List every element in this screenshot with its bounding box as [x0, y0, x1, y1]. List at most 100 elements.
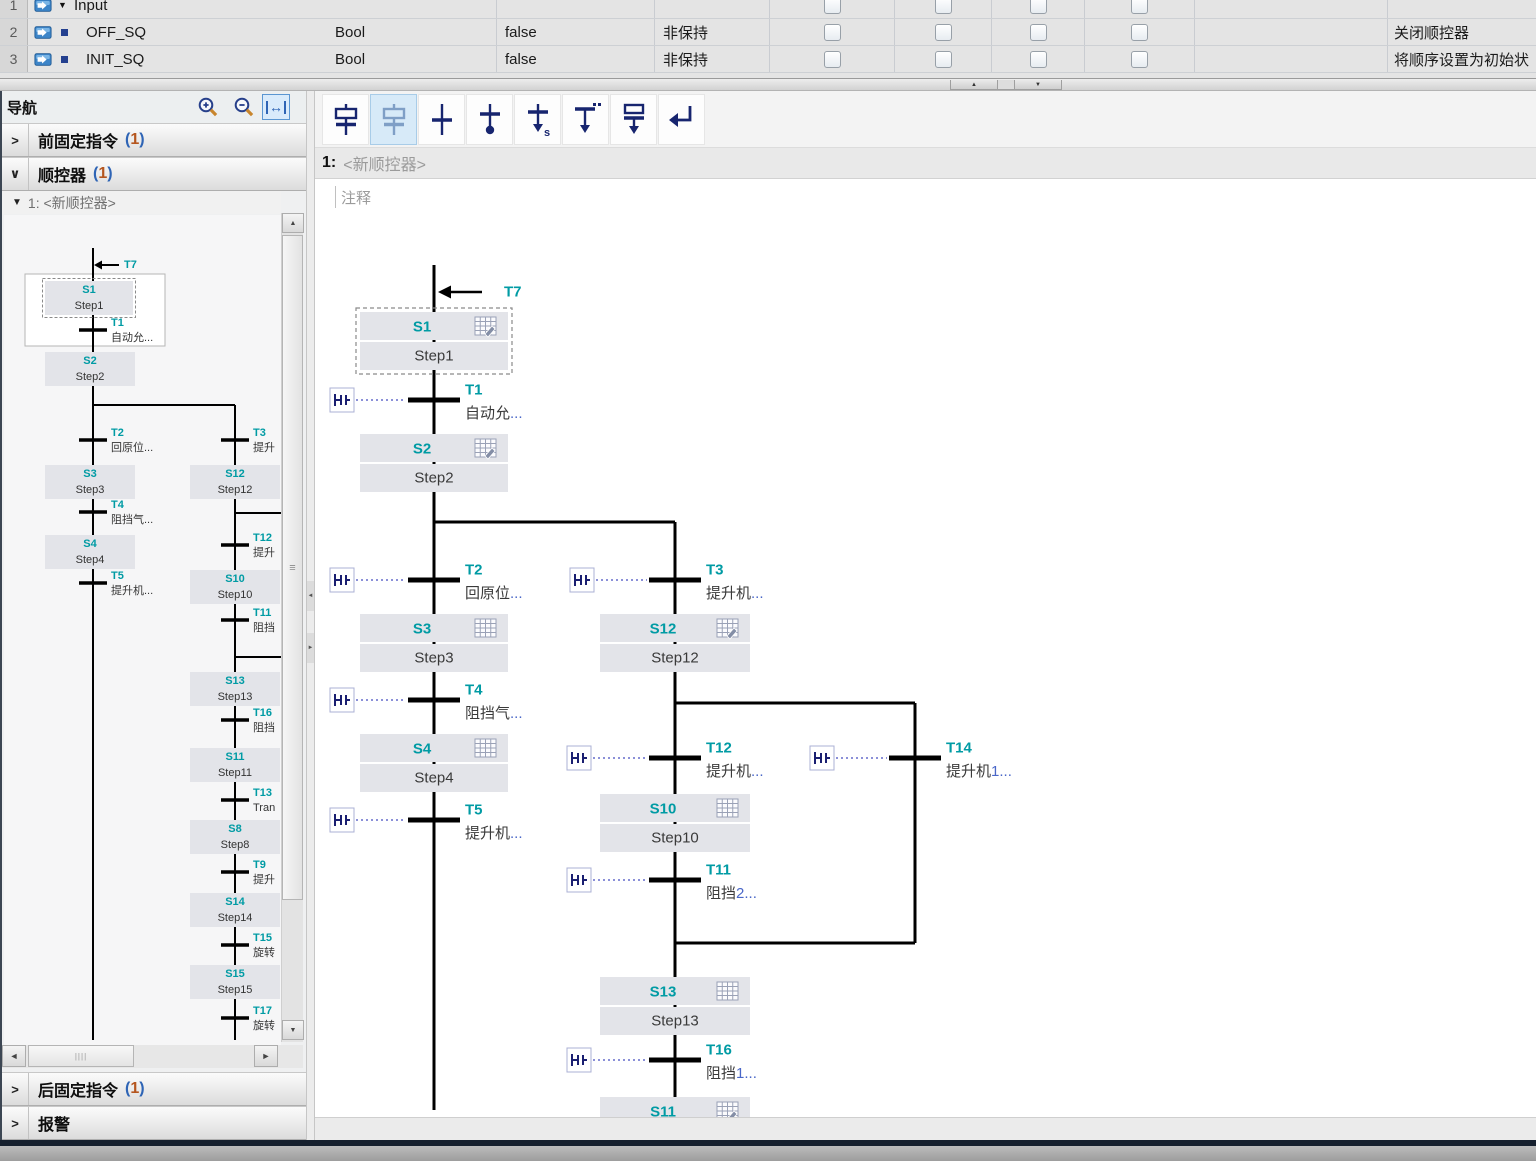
nav-vertical-scrollbar[interactable]: ▲ ≡ ▼	[281, 213, 303, 1042]
step-S1[interactable]: S1Step1	[43, 279, 136, 318]
insert-transition-and-step-button[interactable]	[370, 94, 417, 145]
splitter-collapse-up-button[interactable]: ▲	[950, 80, 998, 90]
transition-T4[interactable]: T4阻挡气...	[330, 682, 523, 722]
splitter-collapse-down-button[interactable]: ▼	[1014, 80, 1062, 90]
transition-T15[interactable]: T15旋转	[221, 932, 275, 959]
step-S4[interactable]: S4Step4	[45, 535, 135, 569]
var-retain[interactable]: 非保持	[655, 19, 770, 45]
step-S15[interactable]: S15Step15	[190, 965, 280, 999]
var-name[interactable]: INIT_SQ	[74, 46, 327, 72]
transition-T2[interactable]: T2回原位...	[330, 562, 523, 602]
expand-triangle[interactable]: ▼	[58, 0, 74, 18]
horizontal-splitter[interactable]: ▲ ▼	[0, 78, 1536, 91]
insert-jump-to-step-button[interactable]: s	[514, 94, 561, 145]
var-comment[interactable]	[1388, 0, 1536, 18]
checkbox[interactable]	[935, 51, 952, 68]
table-row[interactable]: 3 INIT_SQ Bool false 非保持 将顺序设置为初始状	[0, 46, 1536, 73]
var-default[interactable]: false	[497, 46, 655, 72]
var-name[interactable]: OFF_SQ	[74, 19, 327, 45]
scrollbar-thumb[interactable]: ≡	[282, 235, 303, 900]
insert-transition-button[interactable]	[418, 94, 465, 145]
step-S11[interactable]: S11Step11	[190, 748, 280, 782]
transition-T4[interactable]: T4阻挡气...	[79, 499, 153, 526]
step-S10[interactable]: S10Step10	[190, 570, 280, 604]
transition-T16[interactable]: T16阻挡	[221, 707, 275, 734]
insert-sequence-end-button[interactable]	[466, 94, 513, 145]
tree-expanded-icon[interactable]: ▼	[12, 197, 22, 208]
open-simultaneous-branch-button[interactable]	[610, 94, 657, 145]
entry-arrow-T7[interactable]: T7	[438, 284, 522, 301]
section-pre-instructions[interactable]: > 前固定指令 (1)	[2, 123, 306, 157]
zoom-in-icon[interactable]	[196, 95, 220, 119]
checkbox[interactable]	[824, 24, 841, 41]
checkbox[interactable]	[935, 0, 952, 14]
sequence-name[interactable]: <新顺控器>	[336, 151, 426, 175]
transition-T3[interactable]: T3提升机...	[570, 562, 764, 602]
checkbox[interactable]	[1030, 0, 1047, 14]
fit-width-button[interactable]: ↔	[262, 94, 290, 120]
editor-bottom-scroll-area[interactable]	[315, 1117, 1536, 1140]
zoom-out-icon[interactable]	[232, 95, 256, 119]
step-S3[interactable]: S3Step3	[45, 465, 135, 499]
transition-T1[interactable]: T1自动允...	[330, 382, 523, 422]
transition-T11[interactable]: T11阻挡2...	[567, 862, 757, 902]
sequence-comment-field[interactable]: 注释	[335, 186, 371, 208]
step-S14[interactable]: S14Step14	[190, 893, 280, 927]
nav-horizontal-scrollbar[interactable]: ◄ |||| ►	[2, 1045, 303, 1068]
step-S11[interactable]: S11Step11	[600, 1097, 750, 1117]
var-comment[interactable]: 关闭顺控器	[1388, 19, 1536, 45]
scroll-left-button[interactable]: ◄	[2, 1045, 26, 1067]
var-comment[interactable]: 将顺序设置为初始状	[1388, 46, 1536, 72]
transition-T5[interactable]: T5提升机...	[330, 802, 523, 842]
var-type[interactable]: Bool	[327, 19, 497, 45]
vertical-splitter[interactable]: ◄ ►	[306, 91, 315, 1140]
transition-T2[interactable]: T2回原位...	[79, 427, 153, 454]
checkbox[interactable]	[1030, 51, 1047, 68]
step-S13[interactable]: S13Step13	[190, 672, 280, 706]
var-default[interactable]: false	[497, 19, 655, 45]
step-S8[interactable]: S8Step8	[190, 820, 280, 854]
chevron-right-icon[interactable]: >	[2, 124, 29, 156]
chevron-right-icon[interactable]: >	[2, 1073, 29, 1105]
splitter-collapse-right-button[interactable]: ►	[307, 633, 314, 663]
step-S2[interactable]: S2Step2	[45, 352, 135, 386]
transition-T3[interactable]: T3提升	[221, 427, 275, 454]
open-alternative-branch-button[interactable]	[562, 94, 609, 145]
scroll-up-button[interactable]: ▲	[282, 213, 304, 233]
var-type[interactable]: Bool	[327, 46, 497, 72]
section-post-instructions[interactable]: > 后固定指令 (1)	[2, 1072, 306, 1106]
table-row[interactable]: 1 ▼ Input	[0, 0, 1536, 19]
scroll-down-button[interactable]: ▼	[282, 1020, 304, 1040]
scroll-right-button[interactable]: ►	[254, 1045, 278, 1067]
var-name[interactable]: Input	[74, 0, 327, 18]
section-sequencer[interactable]: ∨ 顺控器 (1)	[2, 157, 306, 191]
entry-arrow-T7[interactable]: T7	[94, 259, 137, 271]
close-branch-button[interactable]	[658, 94, 705, 145]
checkbox[interactable]	[1131, 0, 1148, 14]
splitter-grip[interactable]	[998, 80, 1014, 90]
table-row[interactable]: 2 OFF_SQ Bool false 非保持 关闭顺控器	[0, 19, 1536, 46]
chevron-right-icon[interactable]: >	[2, 1107, 29, 1139]
transition-T13[interactable]: T13Tran	[221, 787, 275, 814]
transition-T16[interactable]: T16阻挡1...	[567, 1042, 757, 1082]
scrollbar-thumb[interactable]: ||||	[28, 1045, 134, 1067]
splitter-collapse-left-button[interactable]: ◄	[307, 581, 314, 611]
var-retain[interactable]: 非保持	[655, 46, 770, 72]
transition-T17[interactable]: T17旋转	[221, 1005, 275, 1032]
step-S12[interactable]: S12Step12	[190, 465, 280, 499]
checkbox[interactable]	[824, 0, 841, 14]
transition-T5[interactable]: T5提升机...	[79, 570, 153, 597]
checkbox[interactable]	[1030, 24, 1047, 41]
chevron-down-icon[interactable]: ∨	[2, 158, 29, 190]
sequencer-tree-item[interactable]: ▼ 1: <新顺控器>	[2, 191, 281, 214]
checkbox[interactable]	[824, 51, 841, 68]
checkbox[interactable]	[935, 24, 952, 41]
insert-step-and-transition-button[interactable]	[322, 94, 369, 145]
transition-T11[interactable]: T11阻挡	[221, 607, 275, 634]
transition-T14[interactable]: T14提升机1...	[810, 740, 1012, 780]
transition-T12[interactable]: T12提升机...	[567, 740, 764, 780]
transition-T9[interactable]: T9提升	[221, 859, 275, 886]
checkbox[interactable]	[1131, 24, 1148, 41]
checkbox[interactable]	[1131, 51, 1148, 68]
transition-T12[interactable]: T12提升	[221, 532, 275, 559]
